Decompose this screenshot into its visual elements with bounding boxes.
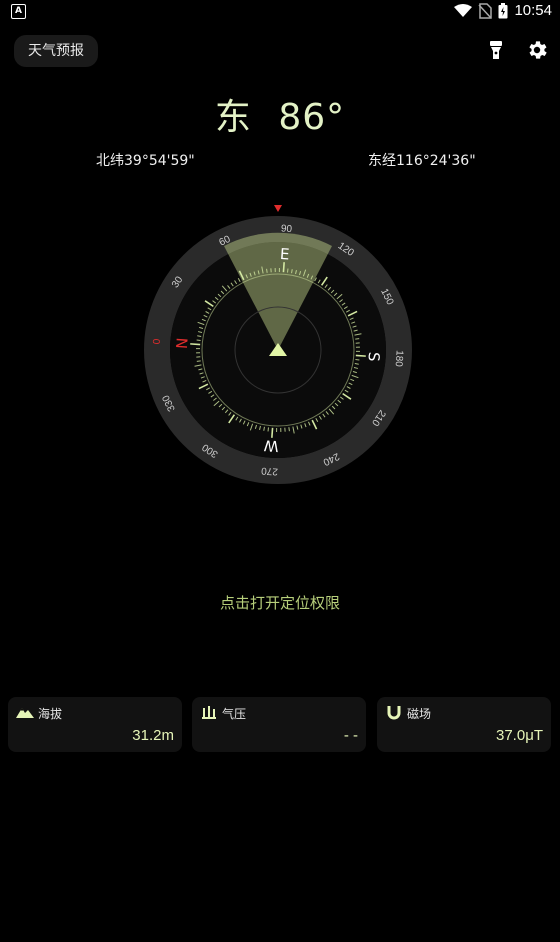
magnetic-field-card: 磁场 37.0μT: [377, 697, 551, 752]
status-icons: 10:54: [454, 2, 552, 19]
tick-mark: [354, 363, 359, 365]
tick-mark: [266, 268, 268, 273]
battery-icon: [498, 2, 508, 18]
altitude-label: 海拔: [38, 707, 63, 721]
pressure-label: 气压: [222, 707, 247, 721]
tick-mark: [291, 269, 293, 274]
tick-mark: [355, 354, 366, 357]
tick-mark: [288, 427, 290, 432]
notification-icon: A: [11, 4, 26, 19]
degree-label: 270: [260, 465, 278, 477]
heading-direction: 东: [214, 97, 252, 138]
cardinal-n: N: [173, 337, 192, 349]
no-sim-icon: [478, 2, 493, 19]
tick-mark: [355, 338, 360, 340]
status-bar: A 10:54: [0, 0, 560, 24]
magnet-icon: [387, 706, 401, 720]
gear-icon[interactable]: [525, 38, 549, 62]
pressure-icon: [202, 706, 216, 719]
longitude-label: 东经116°24'36": [368, 153, 476, 169]
tick-mark: [271, 427, 274, 438]
heading-readout: 东 86°: [0, 88, 560, 140]
pressure-card: 气压 - -: [192, 697, 366, 752]
wifi-icon: [454, 3, 473, 17]
mountain-icon: [16, 708, 34, 718]
tick-mark: [197, 335, 202, 337]
altitude-value: 31.2m: [132, 727, 174, 744]
weather-forecast-button[interactable]: 天气预报: [14, 35, 98, 67]
latitude-label: 北纬39°54'59": [96, 153, 195, 169]
enable-location-prompt[interactable]: 点击打开定位权限: [0, 592, 560, 613]
tick-mark: [196, 360, 201, 362]
pressure-value: - -: [343, 727, 358, 744]
magnetic-field-value: 37.0μT: [496, 727, 543, 744]
flashlight-icon[interactable]: [484, 38, 508, 62]
tick-mark: [263, 426, 265, 431]
cardinal-w: W: [263, 436, 279, 455]
degree-label: 90: [281, 223, 293, 235]
cardinal-s: S: [364, 351, 383, 362]
compass-dial[interactable]: 9012015018021024027030033003060 ESWN: [140, 200, 420, 490]
tick-mark: [190, 343, 201, 346]
altitude-card: 海拔 31.2m: [8, 697, 182, 752]
heading-degrees: 86°: [278, 97, 346, 138]
tick-mark: [282, 262, 285, 273]
magnetic-field-label: 磁场: [407, 707, 432, 721]
heading-pointer-icon: [274, 205, 282, 212]
degree-label: 180: [393, 350, 405, 368]
cardinal-e: E: [279, 245, 290, 264]
clock: 10:54: [514, 2, 552, 19]
